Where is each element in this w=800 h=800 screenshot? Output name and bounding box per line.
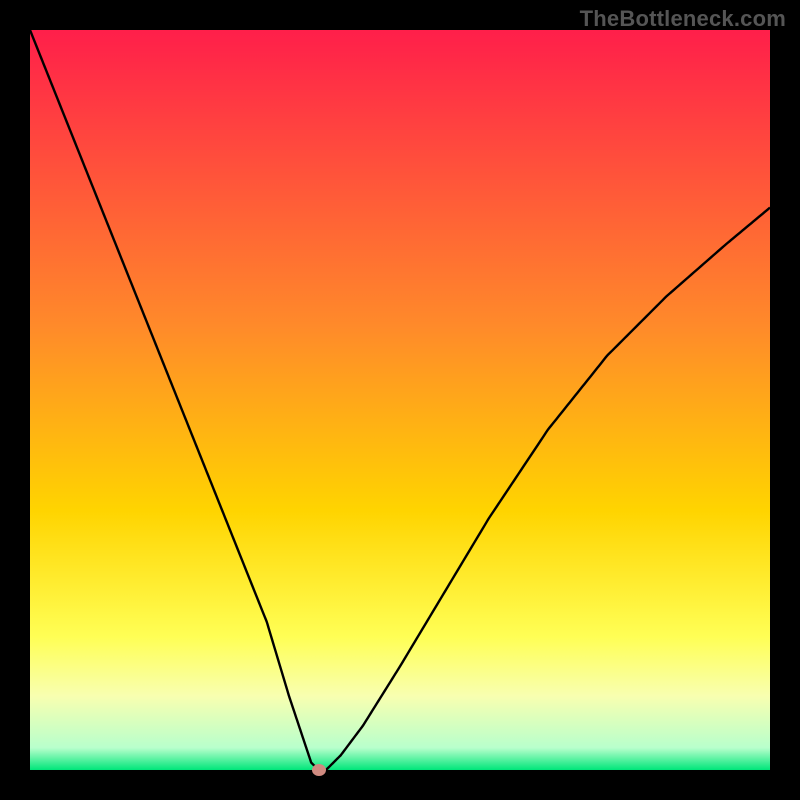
optimum-marker	[312, 764, 326, 776]
plot-area	[30, 30, 770, 770]
chart-frame: TheBottleneck.com	[0, 0, 800, 800]
chart-svg	[30, 30, 770, 770]
gradient-background	[30, 30, 770, 770]
watermark-text: TheBottleneck.com	[580, 6, 786, 32]
